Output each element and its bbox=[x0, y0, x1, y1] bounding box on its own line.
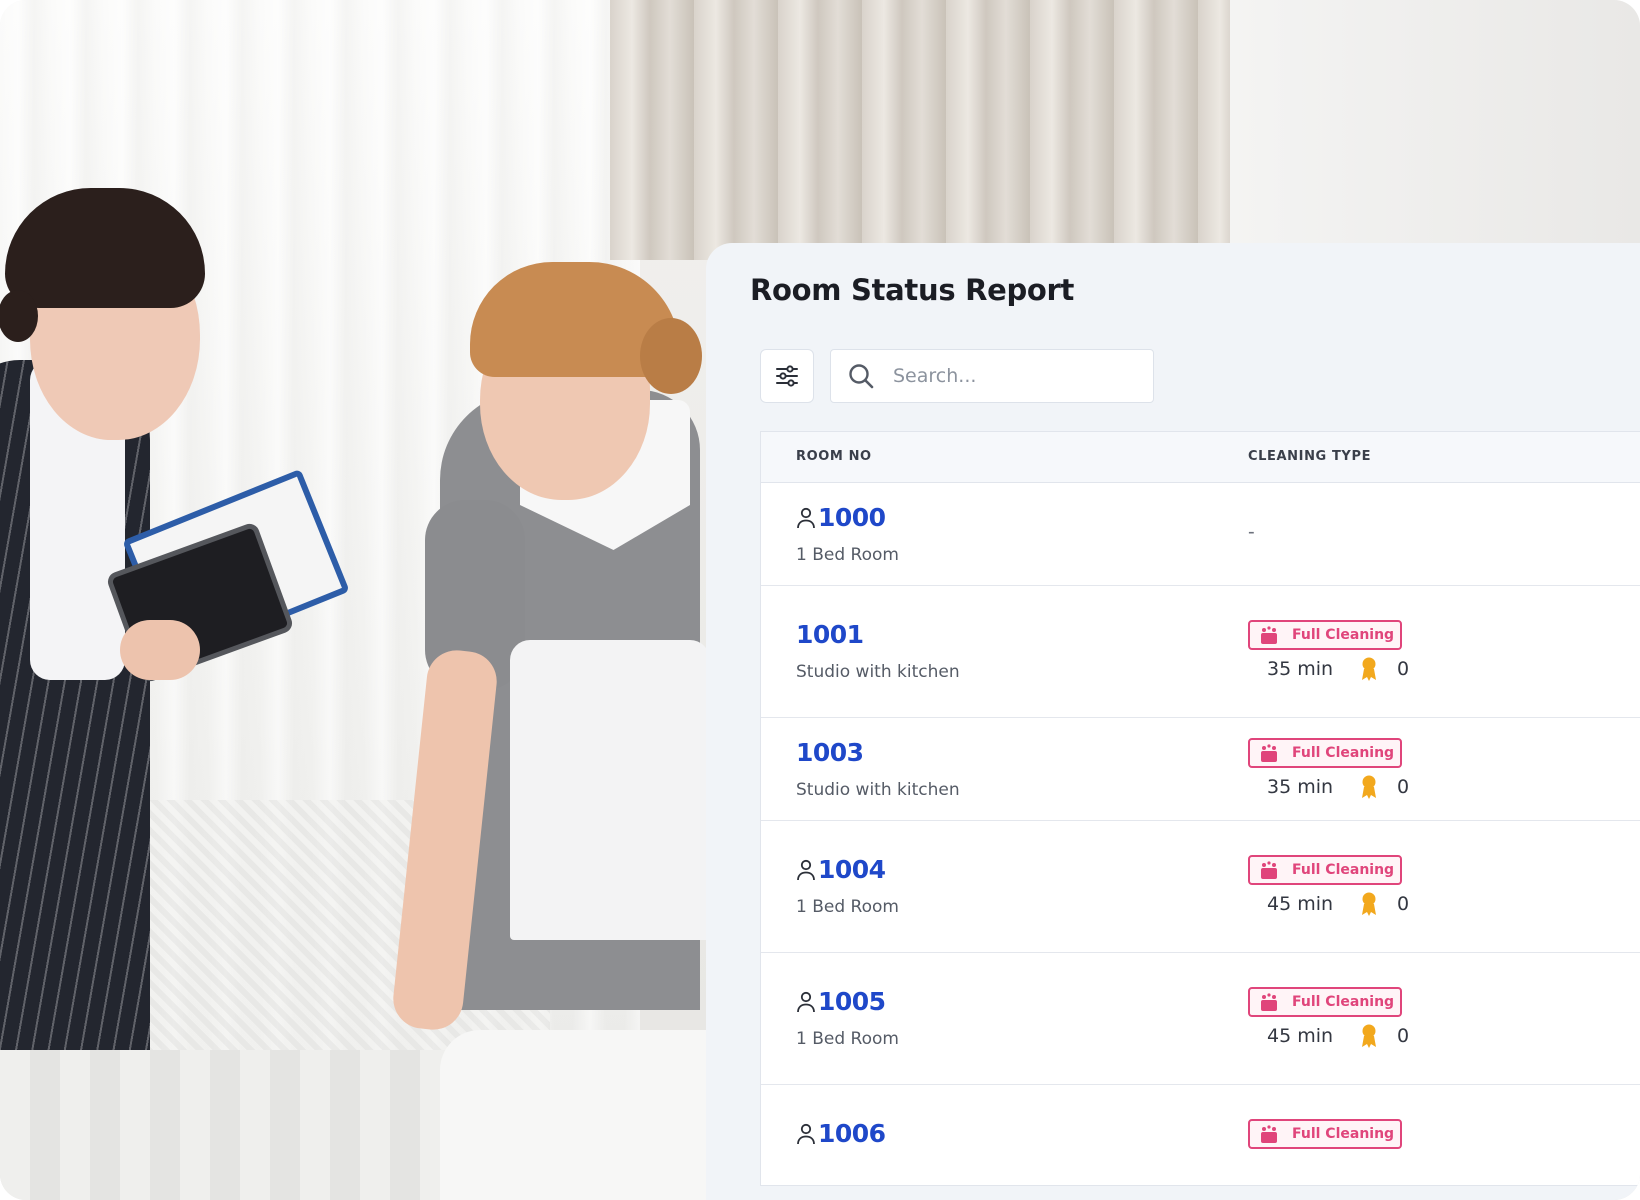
guest-occupied-icon bbox=[797, 1123, 815, 1144]
cleaning-type-label: Full Cleaning bbox=[1292, 627, 1395, 643]
table-row[interactable]: 1005 1 Bed Room Full Cleaning 45 min 0 A bbox=[761, 953, 1640, 1085]
cleaning-duration: 35 min bbox=[1267, 776, 1334, 798]
cleaning-meta: 35 min 0 bbox=[1267, 656, 1409, 682]
cleaning-spray-icon bbox=[1261, 744, 1277, 762]
table-row[interactable]: 1000 1 Bed Room - - bbox=[761, 483, 1640, 586]
cleaning-duration: 45 min bbox=[1267, 1025, 1334, 1047]
room-number-link[interactable]: 1004 bbox=[818, 855, 886, 884]
award-ribbon-icon bbox=[1362, 657, 1376, 681]
cleaning-meta: 45 min 0 bbox=[1267, 1023, 1409, 1049]
table-row[interactable]: 1001 Studio with kitchen Full Cleaning 3… bbox=[761, 586, 1640, 718]
award-ribbon-icon bbox=[1362, 892, 1376, 916]
cleaning-spray-icon bbox=[1261, 993, 1277, 1011]
cleaning-type-badge: Full Cleaning bbox=[1248, 620, 1402, 650]
room-number-link[interactable]: 1005 bbox=[818, 987, 886, 1016]
cleaning-spray-icon bbox=[1261, 861, 1277, 879]
cleaning-score: 0 bbox=[1397, 1025, 1410, 1047]
guest-occupied-icon bbox=[797, 991, 815, 1012]
award-ribbon-icon bbox=[1362, 1024, 1376, 1048]
search-box bbox=[830, 349, 1154, 403]
room-type: 1 Bed Room bbox=[796, 1029, 899, 1049]
cleaning-type-empty: - bbox=[1248, 521, 1255, 543]
cleaning-score: 0 bbox=[1397, 658, 1410, 680]
table-row[interactable]: 1006 Full Cleaning bbox=[761, 1085, 1640, 1185]
cleaning-duration: 35 min bbox=[1267, 658, 1334, 680]
room-status-card: Room Status Report ROOM NO CLEANING TYPE bbox=[706, 243, 1640, 1200]
background-photo-wall bbox=[1230, 0, 1640, 260]
cleaning-type-label: Full Cleaning bbox=[1292, 994, 1395, 1010]
cleaning-score: 0 bbox=[1397, 893, 1410, 915]
guest-occupied-icon bbox=[797, 507, 815, 528]
table-row[interactable]: 1004 1 Bed Room Full Cleaning 45 min 0 A bbox=[761, 821, 1640, 953]
photo-pillow bbox=[440, 1030, 740, 1200]
table-header: ROOM NO CLEANING TYPE A bbox=[761, 432, 1640, 483]
sliders-icon bbox=[776, 365, 798, 387]
cleaning-type-badge: Full Cleaning bbox=[1248, 987, 1402, 1017]
cleaning-type-label: Full Cleaning bbox=[1292, 745, 1395, 761]
column-header-cleaning-type[interactable]: CLEANING TYPE bbox=[1248, 449, 1371, 464]
search-input[interactable] bbox=[891, 364, 1135, 388]
cleaning-type-badge: Full Cleaning bbox=[1248, 738, 1402, 768]
award-ribbon-icon bbox=[1362, 775, 1376, 799]
cleaning-meta: 45 min 0 bbox=[1267, 891, 1409, 917]
cleaning-score: 0 bbox=[1397, 776, 1410, 798]
photo-person-housekeeper-bun bbox=[640, 318, 702, 394]
cleaning-duration: 45 min bbox=[1267, 893, 1334, 915]
cleaning-spray-icon bbox=[1261, 1125, 1277, 1143]
cleaning-meta: 35 min 0 bbox=[1267, 774, 1409, 800]
room-type: Studio with kitchen bbox=[796, 662, 960, 682]
column-header-room-no[interactable]: ROOM NO bbox=[796, 449, 872, 464]
guest-occupied-icon bbox=[797, 859, 815, 880]
cleaning-spray-icon bbox=[1261, 626, 1277, 644]
table-row[interactable]: 1003 Studio with kitchen Full Cleaning 3… bbox=[761, 718, 1640, 821]
room-type: 1 Bed Room bbox=[796, 545, 899, 565]
cleaning-type-badge: Full Cleaning bbox=[1248, 1119, 1402, 1149]
cleaning-type-label: Full Cleaning bbox=[1292, 1126, 1395, 1142]
hero-stage: Room Status Report ROOM NO CLEANING TYPE bbox=[0, 0, 1640, 1200]
room-type: 1 Bed Room bbox=[796, 897, 899, 917]
filter-button[interactable] bbox=[760, 349, 814, 403]
photo-hand bbox=[120, 620, 200, 680]
background-photo-drape bbox=[610, 0, 1250, 260]
photo-person-housekeeper-apron bbox=[510, 640, 710, 940]
room-status-table: ROOM NO CLEANING TYPE A 1000 1 Bed Room … bbox=[760, 431, 1640, 1186]
room-type: Studio with kitchen bbox=[796, 780, 960, 800]
page-title: Room Status Report bbox=[750, 273, 1075, 307]
cleaning-type-label: Full Cleaning bbox=[1292, 862, 1395, 878]
room-number-link[interactable]: 1001 bbox=[796, 620, 864, 649]
cleaning-type-badge: Full Cleaning bbox=[1248, 855, 1402, 885]
room-number-link[interactable]: 1000 bbox=[818, 503, 886, 532]
room-number-link[interactable]: 1006 bbox=[818, 1119, 886, 1148]
room-number-link[interactable]: 1003 bbox=[796, 738, 864, 767]
search-icon bbox=[849, 364, 874, 389]
